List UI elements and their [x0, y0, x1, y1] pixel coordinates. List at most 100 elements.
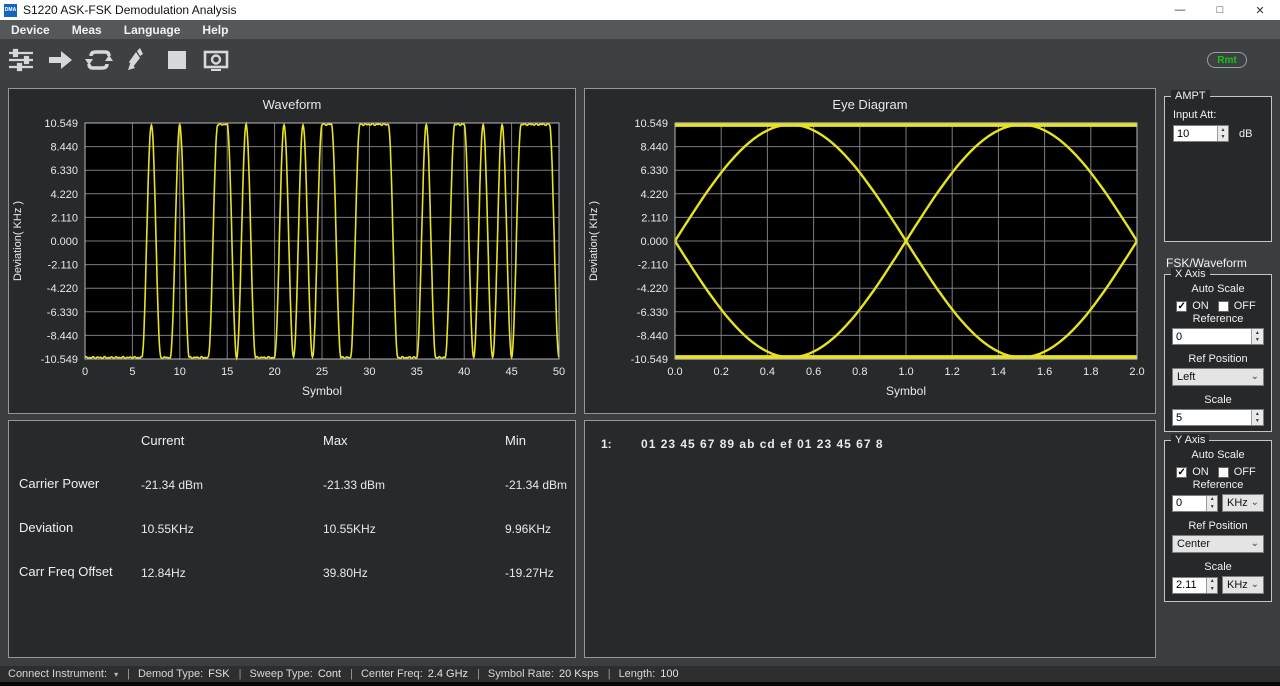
- clear-brush-button[interactable]: [119, 43, 156, 77]
- x-reference-spin-up-icon[interactable]: ▲: [1252, 329, 1263, 337]
- svg-text:10.549: 10.549: [634, 118, 668, 130]
- x-reference-label: Reference: [1165, 313, 1271, 325]
- svg-text:1.0: 1.0: [898, 366, 913, 378]
- input-att-unit: dB: [1239, 128, 1252, 140]
- y-reference-spin-up-icon[interactable]: ▲: [1207, 496, 1217, 504]
- y-reference-unit-value: KHz: [1227, 497, 1248, 509]
- status-symbol-rate: Symbol Rate:20 Ksps: [488, 668, 599, 680]
- input-att-spin-down-icon[interactable]: ▼: [1218, 134, 1228, 142]
- svg-text:2.110: 2.110: [51, 212, 78, 224]
- y-scale-field[interactable]: [1173, 578, 1206, 593]
- run-arrow-button[interactable]: [41, 43, 78, 77]
- carrier-power-min: -21.34 dBm: [491, 448, 575, 492]
- svg-text:-4.220: -4.220: [47, 283, 78, 295]
- svg-text:0.4: 0.4: [760, 366, 775, 378]
- hex-bytes: 01 23 45 67 89 ab cd ef 01 23 45 67 8: [641, 437, 884, 451]
- svg-text:15: 15: [221, 366, 233, 378]
- y-reference-spin-down-icon[interactable]: ▼: [1207, 503, 1217, 511]
- input-att-field[interactable]: [1174, 126, 1217, 141]
- svg-text:0.0: 0.0: [667, 366, 682, 378]
- y-ref-position-value: Center: [1177, 538, 1210, 550]
- svg-text:35: 35: [411, 366, 423, 378]
- chevron-down-icon: ⌄: [1251, 373, 1259, 381]
- y-reference-field[interactable]: [1173, 496, 1206, 511]
- svg-text:0.6: 0.6: [806, 366, 821, 378]
- status-demod-type: Demod Type:FSK: [138, 668, 230, 680]
- minimize-icon[interactable]: —: [1160, 0, 1200, 20]
- stop-square-icon: [167, 50, 187, 70]
- y-reference-spinbox: ▲ ▼: [1172, 495, 1218, 512]
- carr-freq-offset-max: 39.80Hz: [309, 536, 491, 580]
- x-auto-scale-off-checkbox[interactable]: ✓: [1218, 301, 1229, 312]
- menu-help[interactable]: Help: [191, 20, 239, 39]
- svg-text:-10.549: -10.549: [41, 354, 78, 366]
- svg-text:1.2: 1.2: [945, 366, 960, 378]
- svg-text:1.4: 1.4: [991, 366, 1006, 378]
- maximize-icon[interactable]: □: [1200, 0, 1240, 20]
- x-auto-scale-on-checkbox[interactable]: ✓: [1176, 301, 1187, 312]
- y-ref-position-label: Ref Position: [1165, 520, 1271, 532]
- continuous-loop-button[interactable]: [80, 43, 117, 77]
- x-scale-spinbox: ▲ ▼: [1172, 409, 1264, 426]
- toolbar: Rmt: [0, 39, 1280, 80]
- svg-text:45: 45: [505, 366, 517, 378]
- close-icon[interactable]: ✕: [1240, 0, 1280, 20]
- y-scale-spin-up-icon[interactable]: ▲: [1207, 578, 1217, 586]
- svg-text:0: 0: [82, 366, 88, 378]
- eye-diagram-chart-panel: 10.5498.4406.3304.2202.1100.000-2.110-4.…: [584, 88, 1156, 414]
- x-reference-field[interactable]: [1173, 329, 1251, 344]
- screenshot-camera-button[interactable]: [197, 43, 234, 77]
- y-scale-spinbox: ▲ ▼: [1172, 577, 1218, 594]
- column-header-current: Current: [127, 421, 309, 448]
- x-ref-position-dropdown[interactable]: Left ⌄: [1172, 368, 1264, 386]
- y-ref-position-dropdown[interactable]: Center ⌄: [1172, 535, 1264, 553]
- ampt-groupbox: AMPT Input Att: ▲ ▼ dB: [1164, 96, 1272, 242]
- input-att-spinbox: ▲ ▼: [1173, 125, 1229, 142]
- deviation-min: 9.96KHz: [491, 492, 575, 536]
- status-length: Length:100: [619, 668, 679, 680]
- waveform-chart: 10.5498.4406.3304.2202.1100.000-2.110-4.…: [9, 89, 575, 413]
- menu-device[interactable]: Device: [0, 20, 61, 39]
- svg-text:4.220: 4.220: [50, 189, 78, 201]
- column-header-max: Max: [309, 421, 491, 448]
- y-scale-spin-down-icon[interactable]: ▼: [1207, 585, 1217, 593]
- measurement-table-panel: Current Max Min Carrier Power -21.34 dBm…: [8, 420, 576, 658]
- y-on-label: ON: [1192, 466, 1209, 478]
- y-auto-scale-on-checkbox[interactable]: ✓: [1176, 467, 1187, 478]
- svg-text:Waveform: Waveform: [263, 97, 322, 112]
- input-att-spin-up-icon[interactable]: ▲: [1218, 126, 1228, 134]
- settings-sliders-button[interactable]: [2, 43, 39, 77]
- svg-text:8.440: 8.440: [640, 142, 668, 154]
- y-auto-scale-off-checkbox[interactable]: ✓: [1218, 467, 1229, 478]
- x-auto-scale-label: Auto Scale: [1165, 283, 1271, 295]
- svg-text:-6.330: -6.330: [47, 307, 78, 319]
- eye-diagram-chart: 10.5498.4406.3304.2202.1100.000-2.110-4.…: [585, 89, 1155, 413]
- window-title: S1220 ASK-FSK Demodulation Analysis: [23, 3, 236, 17]
- x-reference-spin-down-icon[interactable]: ▼: [1252, 337, 1263, 345]
- svg-text:8.440: 8.440: [50, 142, 78, 154]
- title-bar: DMA S1220 ASK-FSK Demodulation Analysis …: [0, 0, 1280, 20]
- menu-meas[interactable]: Meas: [61, 20, 113, 39]
- input-att-label: Input Att:: [1173, 109, 1271, 121]
- y-axis-groupbox: Y Axis Auto Scale ✓ ON ✓ OFF Reference ▲…: [1164, 440, 1272, 602]
- x-reference-spinbox: ▲ ▼: [1172, 328, 1264, 345]
- x-scale-spin-down-icon[interactable]: ▼: [1252, 418, 1263, 426]
- menu-bar: Device Meas Language Help: [0, 20, 1280, 39]
- x-axis-groupbox: X Axis Auto Scale ✓ ON ✓ OFF Reference ▲…: [1164, 274, 1272, 432]
- svg-text:4.220: 4.220: [640, 189, 668, 201]
- chevron-down-icon: ⌄: [1251, 581, 1259, 589]
- deviation-current: 10.55KHz: [127, 492, 309, 536]
- y-reference-unit-dropdown[interactable]: KHz ⌄: [1222, 494, 1264, 512]
- stop-square-button[interactable]: [158, 43, 195, 77]
- svg-text:0.8: 0.8: [852, 366, 867, 378]
- svg-text:0.000: 0.000: [640, 236, 668, 248]
- y-scale-unit-dropdown[interactable]: KHz ⌄: [1222, 576, 1264, 594]
- x-scale-spin-up-icon[interactable]: ▲: [1252, 410, 1263, 418]
- connect-instrument-dropdown[interactable]: Connect Instrument: ▾: [8, 668, 118, 680]
- carrier-power-current: -21.34 dBm: [127, 448, 309, 492]
- x-scale-field[interactable]: [1173, 410, 1251, 425]
- chevron-down-icon: ▾: [114, 670, 118, 679]
- menu-language[interactable]: Language: [113, 20, 192, 39]
- rmt-badge[interactable]: Rmt: [1207, 52, 1247, 68]
- clear-brush-icon: [126, 48, 150, 72]
